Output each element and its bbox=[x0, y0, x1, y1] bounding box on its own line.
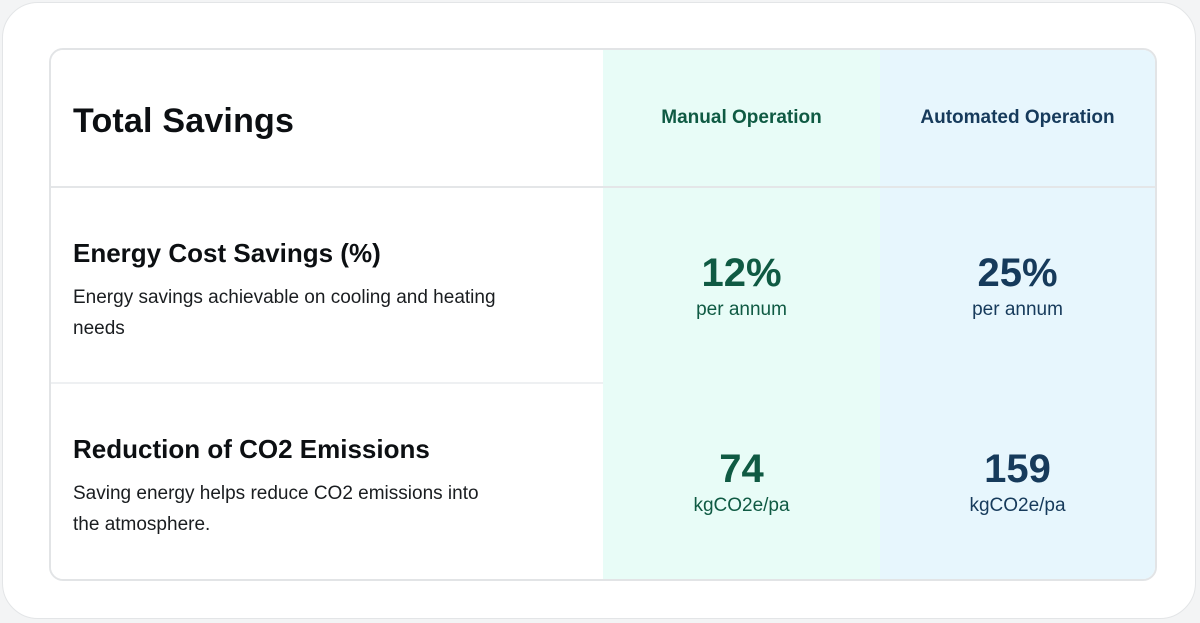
energy-savings-title: Energy Cost Savings (%) bbox=[73, 238, 381, 268]
co2-reduction-description: Saving energy helps reduce CO2 emissions… bbox=[73, 483, 479, 535]
energy-savings-label-cell: Energy Cost Savings (%) Energy savings a… bbox=[51, 188, 603, 384]
energy-savings-automated-unit: per annum bbox=[972, 299, 1063, 320]
automated-column-header-cell: Automated Operation bbox=[880, 50, 1155, 188]
energy-savings-automated-value: 25% bbox=[977, 251, 1058, 295]
energy-savings-description: Energy savings achievable on cooling and… bbox=[73, 287, 496, 339]
co2-reduction-label-cell: Reduction of CO2 Emissions Saving energy… bbox=[51, 384, 603, 579]
co2-reduction-manual-value: 74 bbox=[719, 446, 764, 491]
manual-column-header-cell: Manual Operation bbox=[603, 50, 880, 188]
co2-reduction-manual-cell: 74 kgCO2e/pa bbox=[603, 384, 880, 579]
co2-reduction-manual-unit: kgCO2e/pa bbox=[693, 494, 790, 516]
page-title: Total Savings bbox=[73, 102, 295, 140]
manual-column-header: Manual Operation bbox=[661, 107, 822, 128]
co2-reduction-automated-value: 159 bbox=[984, 446, 1051, 491]
energy-savings-automated-cell: 25% per annum bbox=[880, 188, 1155, 384]
co2-reduction-automated-unit: kgCO2e/pa bbox=[969, 494, 1066, 516]
savings-table: Total Savings Manual Operation Automated… bbox=[49, 48, 1157, 581]
savings-card: Total Savings Manual Operation Automated… bbox=[2, 2, 1196, 619]
co2-reduction-title: Reduction of CO2 Emissions bbox=[73, 434, 430, 464]
automated-column-header: Automated Operation bbox=[920, 107, 1115, 128]
energy-savings-manual-unit: per annum bbox=[696, 299, 787, 320]
energy-savings-manual-cell: 12% per annum bbox=[603, 188, 880, 384]
energy-savings-manual-value: 12% bbox=[701, 251, 782, 295]
co2-reduction-automated-cell: 159 kgCO2e/pa bbox=[880, 384, 1155, 579]
header-label-cell: Total Savings bbox=[51, 50, 603, 188]
